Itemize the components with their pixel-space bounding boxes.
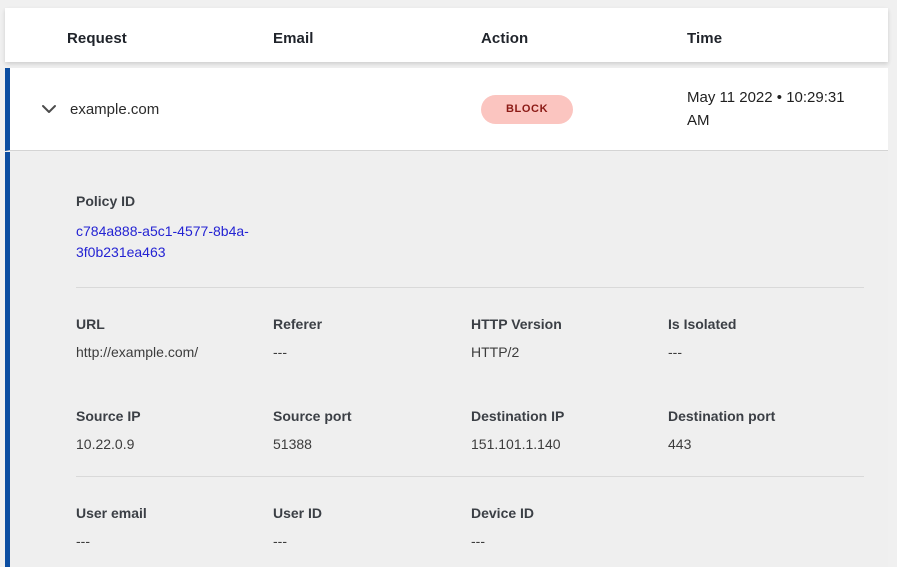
field-referer: Referer --- <box>273 316 471 360</box>
field-value: 10.22.0.9 <box>76 436 273 452</box>
field-value: http://example.com/ <box>76 344 273 360</box>
field-value: HTTP/2 <box>471 344 668 360</box>
field-value: --- <box>471 533 668 549</box>
field-label: Is Isolated <box>668 316 864 332</box>
action-block-badge: BLOCK <box>481 95 573 124</box>
row-request-value: example.com <box>70 101 273 118</box>
chevron-down-icon <box>41 104 57 114</box>
field-label: Destination port <box>668 408 864 424</box>
log-table-header: Request Email Action Time <box>5 8 888 62</box>
network-fields-row: Source IP 10.22.0.9 Source port 51388 De… <box>76 408 864 452</box>
field-is-isolated: Is Isolated --- <box>668 316 864 360</box>
column-header-action: Action <box>481 30 687 47</box>
field-value: --- <box>273 533 471 549</box>
field-device-id: Device ID --- <box>471 505 668 549</box>
field-empty-slot <box>668 505 864 549</box>
field-value: 443 <box>668 436 864 452</box>
field-label: Source port <box>273 408 471 424</box>
row-expand-toggle[interactable] <box>10 104 70 114</box>
field-policy-id: Policy ID c784a888-a5c1-4577-8b4a-3f0b23… <box>76 193 273 263</box>
field-label: Policy ID <box>76 193 273 209</box>
field-label: Device ID <box>471 505 668 521</box>
request-details-section: URL http://example.com/ Referer --- HTTP… <box>76 288 864 477</box>
row-time-value: May 11 2022 • 10:29:31 AM <box>687 86 864 132</box>
field-value: 151.101.1.140 <box>471 436 668 452</box>
policy-section: Policy ID c784a888-a5c1-4577-8b4a-3f0b23… <box>76 152 864 288</box>
field-label: User ID <box>273 505 471 521</box>
policy-id-link[interactable]: c784a888-a5c1-4577-8b4a-3f0b231ea463 <box>76 221 271 263</box>
user-details-section: User email --- User ID --- Device ID --- <box>76 477 864 567</box>
gateway-log-page: { "colors": { "accent_blue": "#0B4DA1", … <box>0 0 897 567</box>
user-fields-row: User email --- User ID --- Device ID --- <box>76 505 864 549</box>
field-value: --- <box>668 344 864 360</box>
field-value: --- <box>76 533 273 549</box>
column-header-request: Request <box>67 30 273 47</box>
column-header-time: Time <box>687 30 864 47</box>
field-destination-port: Destination port 443 <box>668 408 864 452</box>
field-label: Referer <box>273 316 471 332</box>
field-destination-ip: Destination IP 151.101.1.140 <box>471 408 668 452</box>
field-url: URL http://example.com/ <box>76 316 273 360</box>
field-label: Source IP <box>76 408 273 424</box>
field-label: User email <box>76 505 273 521</box>
field-http-version: HTTP Version HTTP/2 <box>471 316 668 360</box>
field-source-port: Source port 51388 <box>273 408 471 452</box>
field-label: HTTP Version <box>471 316 668 332</box>
field-user-email: User email --- <box>76 505 273 549</box>
row-action-cell: BLOCK <box>481 95 687 124</box>
field-label: URL <box>76 316 273 332</box>
field-label: Destination IP <box>471 408 668 424</box>
field-user-id: User ID --- <box>273 505 471 549</box>
field-value: --- <box>273 344 471 360</box>
log-details-panel: Policy ID c784a888-a5c1-4577-8b4a-3f0b23… <box>5 152 888 567</box>
log-row-example-com[interactable]: example.com BLOCK May 11 2022 • 10:29:31… <box>5 68 888 151</box>
field-value: 51388 <box>273 436 471 452</box>
column-header-email: Email <box>273 30 481 47</box>
field-source-ip: Source IP 10.22.0.9 <box>76 408 273 452</box>
request-fields-row: URL http://example.com/ Referer --- HTTP… <box>76 316 864 360</box>
